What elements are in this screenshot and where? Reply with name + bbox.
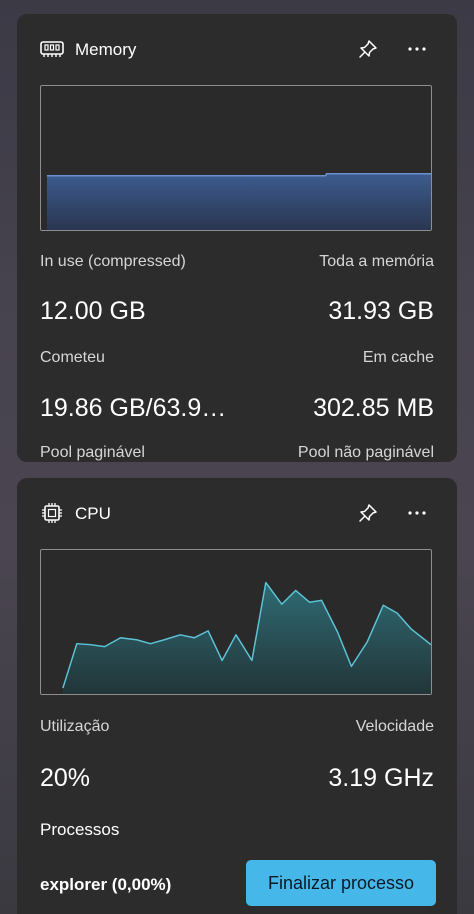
ram-chip-icon bbox=[39, 38, 65, 60]
memory-graph-area bbox=[46, 173, 431, 230]
processor-chip-icon bbox=[39, 502, 65, 524]
memory-widget-title: Memory bbox=[75, 40, 137, 59]
total-memory-value: 31.93 GB bbox=[328, 297, 434, 325]
pin-icon[interactable] bbox=[357, 38, 379, 60]
pin-icon[interactable] bbox=[357, 502, 379, 524]
cpu-usage-graph bbox=[40, 549, 432, 695]
cached-value: 302.85 MB bbox=[313, 394, 434, 422]
top-process-name: explorer (0,00%) bbox=[40, 875, 172, 894]
speed-label: Velocidade bbox=[355, 718, 434, 735]
cpu-widget: CPU Utilização Velocidade 20% 3.19 GHz P… bbox=[17, 478, 457, 914]
total-memory-label: Toda a memória bbox=[319, 253, 434, 270]
utilization-value: 20% bbox=[40, 764, 91, 792]
cpu-graph-area bbox=[62, 582, 431, 694]
more-options-icon[interactable] bbox=[405, 502, 429, 524]
processes-heading: Processos bbox=[40, 820, 120, 839]
speed-value: 3.19 GHz bbox=[328, 764, 434, 792]
cpu-widget-header: CPU bbox=[17, 478, 457, 548]
cpu-widget-title: CPU bbox=[75, 504, 111, 523]
nonpaged-pool-label: Pool não paginável bbox=[297, 444, 434, 461]
committed-label: Cometeu bbox=[40, 349, 105, 366]
cached-label: Em cache bbox=[362, 349, 434, 366]
memory-widget-header: Memory bbox=[17, 14, 457, 84]
more-options-icon[interactable] bbox=[405, 38, 429, 60]
paged-pool-label: Pool paginável bbox=[40, 444, 145, 461]
in-use-label: In use (compressed) bbox=[40, 253, 186, 270]
memory-widget: Memory In use (compressed) Toda a memóri… bbox=[17, 14, 457, 462]
utilization-label: Utilização bbox=[40, 718, 110, 735]
in-use-value: 12.00 GB bbox=[40, 297, 146, 325]
committed-value: 19.86 GB/63.9… bbox=[40, 394, 227, 422]
end-task-button[interactable]: Finalizar processo bbox=[246, 860, 436, 906]
memory-usage-graph bbox=[40, 85, 432, 231]
